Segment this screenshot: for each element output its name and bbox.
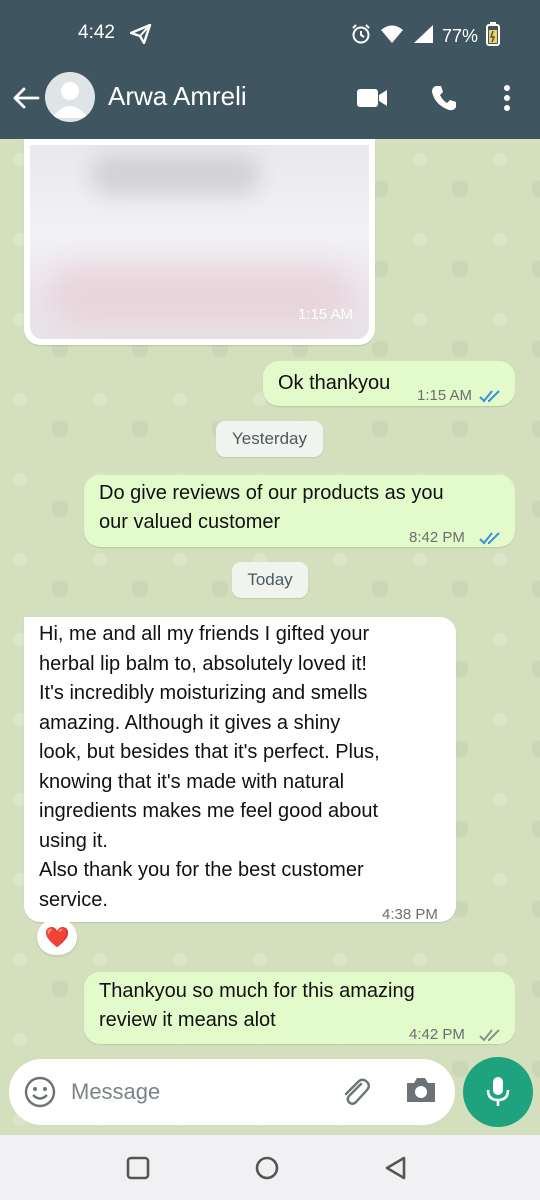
message-time: 4:42 PM — [409, 1026, 465, 1043]
message-line: Thankyou so much for this amazing — [99, 980, 415, 1002]
message-line: review it means alot — [99, 1009, 276, 1031]
nav-recents-icon[interactable] — [125, 1155, 151, 1181]
signal-icon — [412, 24, 434, 49]
message-line: Do give reviews of our products as you — [99, 482, 444, 504]
nav-home-icon[interactable] — [254, 1155, 280, 1181]
message-line: amazing. Although it gives a shiny — [39, 711, 341, 734]
outgoing-message[interactable]: Thankyou so much for this amazing review… — [84, 972, 515, 1044]
status-time: 4:42 — [78, 22, 115, 43]
message-line: look, but besides that it's perfect. Plu… — [39, 741, 380, 763]
system-nav-bar — [0, 1135, 540, 1200]
message-line: It's incredibly moisturizing and smells — [39, 682, 368, 704]
message-line: knowing that it's made with natural — [39, 770, 345, 793]
message-line: ingredients makes me feel good about — [39, 800, 379, 822]
date-separator: Yesterday — [216, 421, 323, 457]
status-indicators: 77% — [350, 22, 500, 51]
incoming-message[interactable]: Hi, me and all my friends I gifted your … — [24, 617, 456, 923]
emoji-icon[interactable] — [23, 1075, 57, 1109]
camera-icon[interactable] — [404, 1075, 438, 1109]
phone-icon[interactable] — [426, 80, 462, 116]
outgoing-message[interactable]: Do give reviews of our products as you o… — [84, 475, 515, 547]
status-bar: 4:42 77% — [0, 0, 540, 66]
read-ticks-icon — [479, 383, 503, 413]
battery-percent: 77% — [441, 26, 478, 46]
attach-icon[interactable] — [339, 1075, 373, 1109]
reaction-badge[interactable]: ❤️ — [37, 919, 77, 955]
message-input[interactable] — [71, 1069, 331, 1115]
message-line: our valued customer — [99, 511, 281, 533]
message-line: herbal lip balm to, absolutely loved it! — [39, 652, 367, 675]
chat-area[interactable]: 1:15 AM Ok thankyou 1:15 AM Yesterday Do… — [0, 139, 540, 1135]
message-time: 4:38 PM — [382, 906, 438, 923]
alarm-icon — [350, 23, 372, 50]
video-call-icon[interactable] — [354, 80, 390, 116]
chat-header: Arwa Amreli — [0, 66, 540, 139]
message-time: 1:15 AM — [417, 387, 473, 404]
message-time: 8:42 PM — [409, 529, 465, 546]
wifi-icon — [380, 24, 404, 49]
read-ticks-icon — [479, 525, 503, 555]
message-line: Also thank you for the best customer — [39, 859, 364, 881]
message-text: Hi, me and all my friends I gifted your … — [39, 620, 449, 915]
message-text: Ok thankyou — [278, 372, 391, 394]
contact-avatar[interactable] — [45, 72, 95, 122]
image-message[interactable]: 1:15 AM — [24, 139, 375, 345]
blurred-image[interactable]: 1:15 AM — [30, 145, 369, 339]
back-arrow-icon[interactable] — [10, 82, 42, 114]
nav-back-icon[interactable] — [383, 1155, 409, 1181]
message-line: Hi, me and all my friends I gifted your — [39, 623, 370, 645]
date-separator: Today — [232, 562, 308, 598]
message-composer — [9, 1059, 455, 1125]
heart-reaction: ❤️ — [44, 926, 70, 949]
message-line: using it. — [39, 829, 108, 852]
outgoing-message[interactable]: Ok thankyou 1:15 AM — [263, 361, 515, 406]
battery-icon — [486, 22, 500, 51]
message-time: 1:15 AM — [297, 305, 353, 323]
telegram-icon — [129, 23, 152, 49]
delivered-ticks-icon — [479, 1022, 503, 1052]
more-vert-icon[interactable] — [489, 80, 525, 116]
mic-icon[interactable] — [463, 1057, 533, 1127]
contact-name[interactable]: Arwa Amreli — [108, 81, 247, 112]
